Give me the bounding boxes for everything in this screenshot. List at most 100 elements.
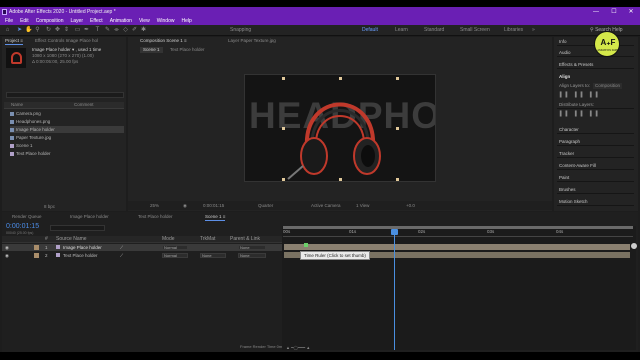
list-item[interactable]: Image Place holder [10,126,124,133]
zoom-dropdown[interactable]: 25% [150,203,159,209]
zoom-tool-icon[interactable]: ⚲ [34,27,41,34]
playhead-line[interactable] [394,229,395,350]
workspace-learn[interactable]: Learn [395,27,408,34]
hand-tool-icon[interactable]: ✋ [25,27,32,34]
panel-content-aware-fill[interactable]: Content-Aware Fill [557,161,634,170]
camera-dropdown[interactable]: Active Camera [311,203,341,209]
mode-dropdown[interactable]: Normal [162,245,188,250]
layer-row-2[interactable]: ◉ 2 Text Place holder ⟋ Normal None None [2,252,283,259]
tab-scene-1[interactable]: Scene 1 ≡ [205,214,226,221]
list-item[interactable]: Camera.png [10,110,124,117]
rectangle-tool-icon[interactable]: ▭ [74,27,81,34]
align-target-dropdown[interactable]: Composition [593,83,623,89]
transform-handle[interactable] [282,77,285,80]
tab-layer-paper-texture[interactable]: Layer Paper Texture.jpg [228,38,276,44]
tab-effect-controls[interactable]: Effect Controls Image Place hol [35,38,98,44]
menu-animation[interactable]: Animation [110,18,132,24]
minimize-button[interactable]: — [586,7,606,17]
tab-project[interactable]: Project ≡ [5,38,23,45]
timeline-search-input[interactable] [50,225,105,231]
close-button[interactable]: ✕ [621,7,640,17]
parent-dropdown[interactable]: None [238,245,266,250]
menu-help[interactable]: Help [181,18,191,24]
visibility-eye-icon[interactable]: ◉ [5,244,9,251]
transform-handle[interactable] [339,178,342,181]
camera-snapshot-icon[interactable]: ◉ [183,203,187,209]
breadcrumb-text-place-holder[interactable]: Text Place holder [170,47,205,53]
viewer-timecode[interactable]: 0:00:01:15 [203,203,224,209]
workspace-libraries[interactable]: Libraries [504,27,523,34]
tab-composition-scene-1[interactable]: Composition Scene 1 ≡ [140,38,187,44]
tab-text-place-holder[interactable]: Text Place holder [138,214,173,220]
playhead-handle[interactable] [391,229,398,235]
visibility-eye-icon[interactable]: ◉ [5,252,9,259]
label-color[interactable] [34,245,39,250]
panel-motion-sketch[interactable]: Motion Sketch [557,197,634,206]
panel-align[interactable]: Align [557,72,634,81]
clone-stamp-tool-icon[interactable]: ⌯ [113,27,120,34]
column-source-name[interactable]: Source Name [56,236,87,243]
resolution-dropdown[interactable]: Quarter [258,203,273,209]
orbit-tool-icon[interactable]: ↻ [45,27,52,34]
workspace-overflow-icon[interactable]: » [532,27,535,34]
panel-brushes[interactable]: Brushes [557,185,634,194]
column-comment[interactable]: Comment [74,102,94,108]
pen-tool-icon[interactable]: ✒ [83,27,90,34]
layer-switches-icon[interactable]: ⟋ [120,252,123,259]
tab-image-place-holder[interactable]: Image Place holder [70,214,109,220]
exposure-value[interactable]: +0.0 [406,203,415,209]
eraser-tool-icon[interactable]: ◇ [122,27,129,34]
layer-switches-icon[interactable]: ⟋ [120,244,123,251]
transform-handle[interactable] [282,178,285,181]
work-area-bar[interactable] [283,226,633,229]
mode-dropdown[interactable]: Normal [162,253,188,258]
menu-file[interactable]: File [5,18,13,24]
views-dropdown[interactable]: 1 View [356,203,369,209]
layer-row-1[interactable]: ◉ 1 Image Place holder ⟋ Normal None [2,244,283,251]
parent-dropdown[interactable]: None [238,253,266,258]
transform-handle[interactable] [396,127,399,130]
tab-render-queue[interactable]: Render Queue [12,214,42,220]
list-item[interactable]: Text Place holder [10,150,124,157]
align-buttons[interactable]: ▐▌▐▌▐▌ [558,92,630,98]
label-color[interactable] [34,253,39,258]
brush-tool-icon[interactable]: ✎ [104,27,111,34]
transform-handle[interactable] [339,77,342,80]
selection-tool-icon[interactable]: ➤ [16,27,23,34]
type-tool-icon[interactable]: T [94,27,101,34]
column-mode[interactable]: Mode [162,236,175,243]
workspace-standard[interactable]: Standard [424,27,444,34]
transform-handle[interactable] [396,178,399,181]
trkmat-dropdown[interactable]: None [200,253,226,258]
panel-tracker[interactable]: Tracker [557,149,634,158]
panel-paint[interactable]: Paint [557,173,634,182]
menu-effect[interactable]: Effect [90,18,103,24]
dolly-tool-icon[interactable]: ⇕ [63,27,70,34]
layer-name[interactable]: Image Place holder [63,244,102,251]
menu-window[interactable]: Window [157,18,175,24]
composition-canvas[interactable]: HEADPHONE [244,74,436,182]
roto-brush-tool-icon[interactable]: ✐ [131,27,138,34]
column-trkmat[interactable]: TrkMat [200,236,215,243]
timeline-timecode[interactable]: 0:00:01:15 [6,223,39,230]
layer-name[interactable]: Text Place holder [63,252,98,259]
list-item[interactable]: Scene 1 [10,142,124,149]
workspace-default[interactable]: Default [362,27,378,34]
panel-effects-presets[interactable]: Effects & Presets [557,60,634,69]
pan-tool-icon[interactable]: ✥ [54,27,61,34]
list-item[interactable]: Paper Texture.jpg [10,134,124,141]
transform-handle[interactable] [396,77,399,80]
menu-view[interactable]: View [139,18,150,24]
menu-edit[interactable]: Edit [20,18,29,24]
list-item[interactable]: Headphones.png [10,118,124,125]
layer-marker[interactable] [304,243,308,247]
distribute-buttons[interactable]: ▐▌▐▌▐▌ [558,111,630,117]
menu-layer[interactable]: Layer [70,18,83,24]
workspace-small-screen[interactable]: Small Screen [460,27,490,34]
column-parent-link[interactable]: Parent & Link [230,236,260,243]
menu-composition[interactable]: Composition [36,18,64,24]
layer-bar-1[interactable] [284,244,630,250]
column-name[interactable]: Name [11,102,23,108]
transform-handle[interactable] [282,127,285,130]
puppet-tool-icon[interactable]: ✱ [140,27,147,34]
